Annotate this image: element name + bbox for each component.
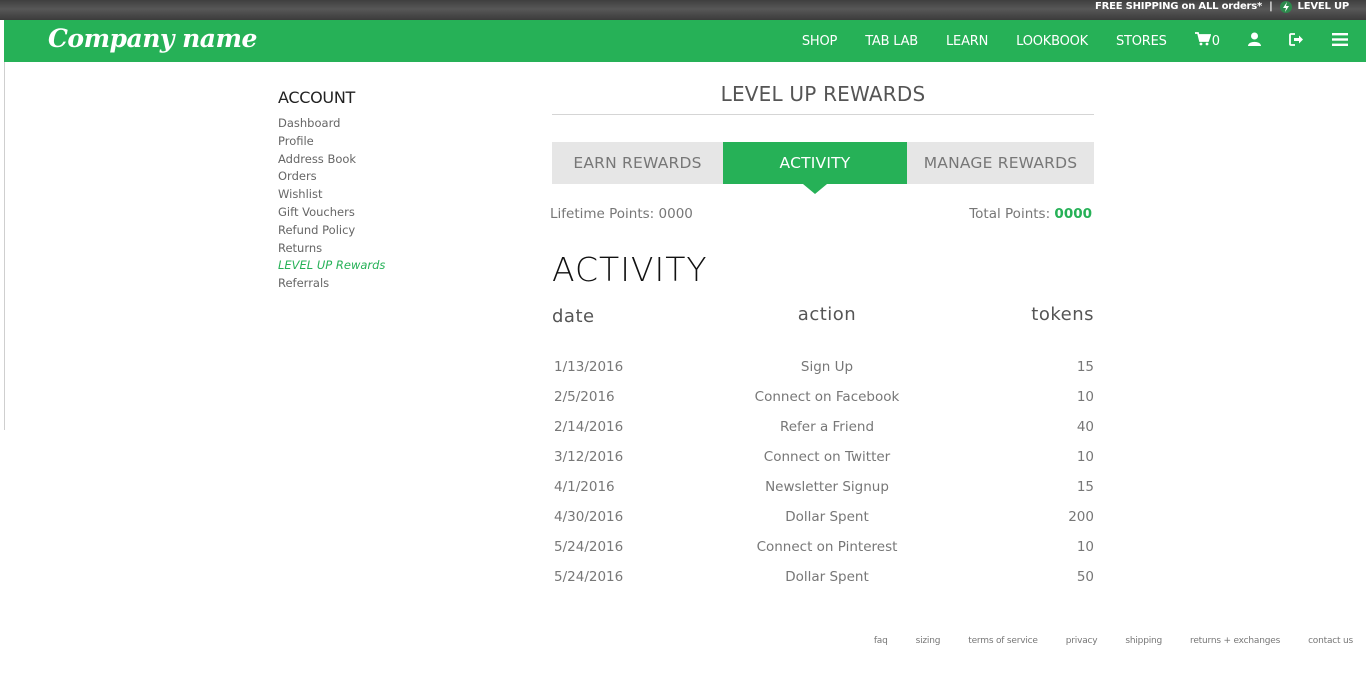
sidebar-item-level-up-rewards[interactable]: LEVEL UP Rewards <box>278 257 385 275</box>
cart-icon <box>1194 32 1211 50</box>
table-body: 1/13/2016 Sign Up 15 2/5/2016 Connect on… <box>552 352 1094 592</box>
column-header-tokens: tokens <box>1031 304 1094 325</box>
total-points-value: 0000 <box>1054 206 1092 222</box>
table-row: 5/24/2016 Dollar Spent 50 <box>552 562 1094 592</box>
footer-links: faq sizing terms of service privacy ship… <box>846 636 1353 646</box>
main-navbar: Company name SHOP TAB LAB LEARN LOOKBOOK… <box>4 20 1366 62</box>
nav-links: SHOP TAB LAB LEARN LOOKBOOK STORES 0 <box>802 20 1366 62</box>
user-icon <box>1248 32 1261 50</box>
column-header-date: date <box>552 306 595 327</box>
company-logo[interactable]: Company name <box>48 24 257 53</box>
tab-earn-rewards[interactable]: EARN REWARDS <box>552 142 723 184</box>
activity-heading: ACTIVITY <box>552 250 708 289</box>
cell-date: 5/24/2016 <box>554 569 624 585</box>
free-shipping-text: FREE SHIPPING on ALL orders* <box>1094 1 1263 12</box>
cell-tokens: 10 <box>1076 539 1094 555</box>
cell-tokens: 50 <box>1076 569 1094 585</box>
cell-date: 4/30/2016 <box>554 509 624 525</box>
nav-lookbook[interactable]: LOOKBOOK <box>1016 34 1088 49</box>
sidebar-item-address-book[interactable]: Address Book <box>278 151 385 169</box>
footer-link-faq[interactable]: faq <box>874 636 888 646</box>
nav-learn[interactable]: LEARN <box>946 34 988 49</box>
cell-action: Sign Up <box>800 359 854 375</box>
total-points-label: Total Points: <box>969 206 1055 222</box>
level-up-link[interactable]: LEVEL UP <box>1298 0 1350 14</box>
table-row: 4/1/2016 Newsletter Signup 15 <box>552 472 1094 502</box>
cell-tokens: 200 <box>1068 509 1094 525</box>
page-title: LEVEL UP REWARDS <box>552 80 1094 115</box>
tab-manage-rewards[interactable]: MANAGE REWARDS <box>907 142 1094 184</box>
cell-action: Connect on Pinterest <box>756 539 898 555</box>
footer-link-shipping[interactable]: shipping <box>1125 636 1162 646</box>
active-tab-arrow <box>803 184 827 194</box>
tab-activity[interactable]: ACTIVITY <box>723 142 907 194</box>
sidebar-item-dashboard[interactable]: Dashboard <box>278 115 385 133</box>
table-row: 2/5/2016 Connect on Facebook 10 <box>552 382 1094 412</box>
lightning-bolt-icon <box>1279 1 1292 13</box>
nav-shop[interactable]: SHOP <box>802 34 838 49</box>
cell-date: 4/1/2016 <box>554 479 615 495</box>
total-points: Total Points: 0000 <box>969 206 1092 222</box>
footer-link-sizing[interactable]: sizing <box>916 636 941 646</box>
nav-tab-lab[interactable]: TAB LAB <box>865 34 918 49</box>
table-row: 4/30/2016 Dollar Spent 200 <box>552 502 1094 532</box>
cart-button[interactable]: 0 <box>1194 32 1220 50</box>
sidebar-menu: Dashboard Profile Address Book Orders Wi… <box>278 115 385 293</box>
table-row: 1/13/2016 Sign Up 15 <box>552 352 1094 382</box>
footer-link-privacy[interactable]: privacy <box>1066 636 1098 646</box>
table-header: date action tokens <box>552 304 1094 328</box>
sign-out-button[interactable] <box>1289 32 1304 50</box>
nav-stores[interactable]: STORES <box>1116 34 1167 49</box>
points-summary: Lifetime Points: 0000 Total Points: 0000 <box>550 206 1092 222</box>
cell-action: Connect on Facebook <box>754 389 900 405</box>
activity-table: date action tokens 1/13/2016 Sign Up 15 … <box>552 304 1094 592</box>
account-sidebar: ACCOUNT Dashboard Profile Address Book O… <box>278 88 385 293</box>
cart-count: 0 <box>1211 33 1220 49</box>
sidebar-item-wishlist[interactable]: Wishlist <box>278 186 385 204</box>
sign-out-icon <box>1289 32 1304 50</box>
cell-date: 1/13/2016 <box>554 359 624 375</box>
cell-tokens: 15 <box>1076 359 1094 375</box>
cell-action: Newsletter Signup <box>765 479 889 495</box>
rewards-tabs: EARN REWARDS ACTIVITY MANAGE REWARDS <box>552 142 1094 194</box>
lifetime-points: Lifetime Points: 0000 <box>550 206 693 222</box>
cell-action: Dollar Spent <box>785 509 869 525</box>
menu-button[interactable] <box>1332 32 1348 50</box>
rewards-main: LEVEL UP REWARDS EARN REWARDS ACTIVITY M… <box>550 80 1094 585</box>
cell-tokens: 10 <box>1076 449 1094 465</box>
promo-text-group: FREE SHIPPING on ALL orders* | LEVEL UP <box>1095 0 1349 14</box>
column-header-action: action <box>797 304 857 325</box>
tab-activity-label: ACTIVITY <box>779 154 851 172</box>
sidebar-title: ACCOUNT <box>278 88 355 107</box>
cell-tokens: 15 <box>1076 479 1094 495</box>
table-row: 5/24/2016 Connect on Pinterest 10 <box>552 532 1094 562</box>
table-row: 2/14/2016 Refer a Friend 40 <box>552 412 1094 442</box>
sidebar-item-returns[interactable]: Returns <box>278 240 385 258</box>
promo-bar: FREE SHIPPING on ALL orders* | LEVEL UP <box>0 0 1366 20</box>
account-button[interactable] <box>1248 32 1261 50</box>
cell-action: Refer a Friend <box>779 419 875 435</box>
page-left-border <box>4 62 5 430</box>
cell-date: 3/12/2016 <box>554 449 624 465</box>
cell-date: 2/5/2016 <box>554 389 615 405</box>
cell-action: Connect on Twitter <box>763 449 891 465</box>
cell-action: Dollar Spent <box>785 569 869 585</box>
footer-link-contact[interactable]: contact us <box>1308 636 1353 646</box>
sidebar-item-profile[interactable]: Profile <box>278 133 385 151</box>
cell-tokens: 40 <box>1076 419 1094 435</box>
table-row: 3/12/2016 Connect on Twitter 10 <box>552 442 1094 472</box>
sidebar-item-gift-vouchers[interactable]: Gift Vouchers <box>278 204 385 222</box>
cell-date: 5/24/2016 <box>554 539 624 555</box>
footer-link-returns[interactable]: returns + exchanges <box>1190 636 1280 646</box>
cell-tokens: 10 <box>1076 389 1094 405</box>
cell-date: 2/14/2016 <box>554 419 624 435</box>
hamburger-menu-icon <box>1332 32 1348 50</box>
sidebar-item-referrals[interactable]: Referrals <box>278 275 385 293</box>
footer-link-terms[interactable]: terms of service <box>968 636 1038 646</box>
promo-separator: | <box>1269 1 1273 12</box>
sidebar-item-orders[interactable]: Orders <box>278 168 385 186</box>
sidebar-item-refund-policy[interactable]: Refund Policy <box>278 222 385 240</box>
